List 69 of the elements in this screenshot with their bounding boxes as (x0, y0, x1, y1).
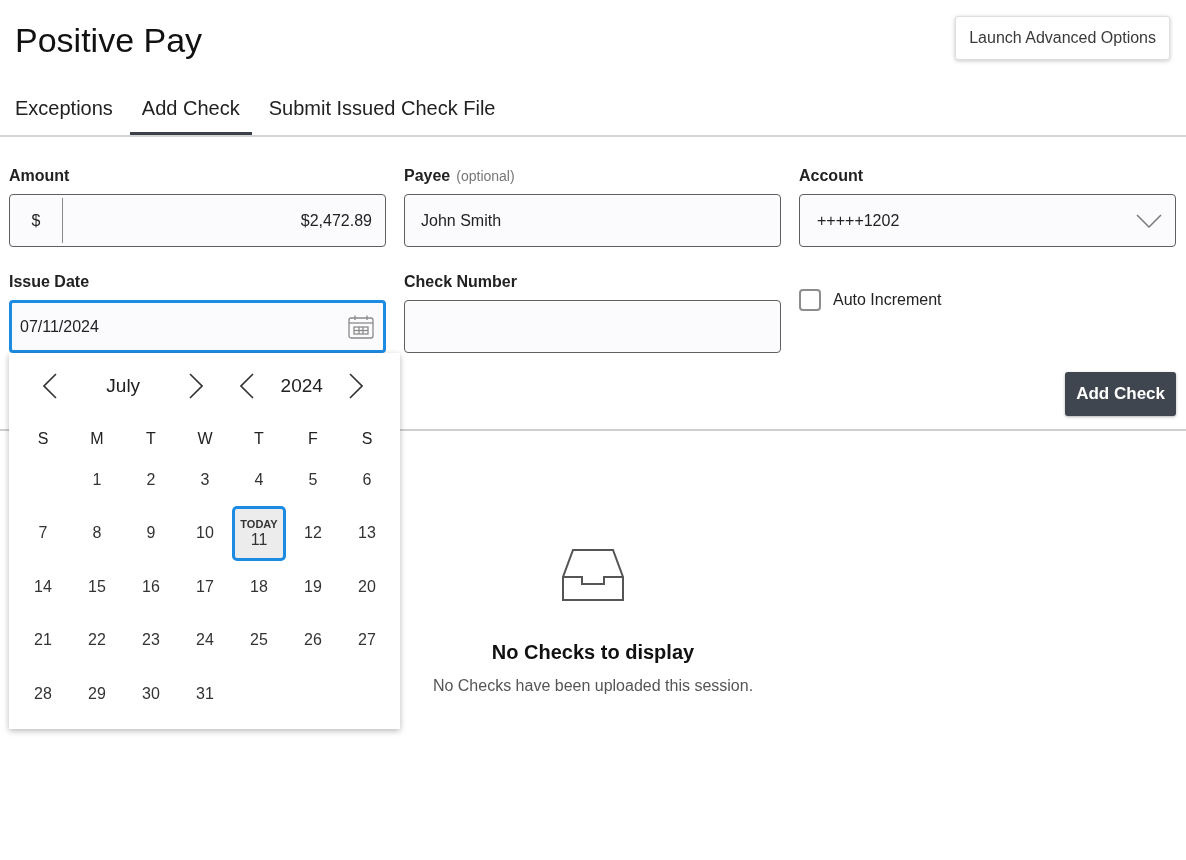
calendar-day[interactable]: 10 (178, 505, 232, 561)
calendar-day[interactable]: TODAY 11 (232, 505, 286, 561)
text-field[interactable]: John Smith (404, 194, 781, 247)
calendar-day[interactable]: 26 (286, 612, 340, 668)
calendar-day[interactable]: 19 (286, 559, 340, 615)
field-label: Check Number (404, 272, 517, 292)
weekday-label: S (361, 430, 373, 448)
field-label: Account (799, 166, 863, 186)
empty-state-message: No Checks have been uploaded this session. (432, 677, 754, 695)
calendar-day[interactable]: 15 (70, 559, 124, 615)
chevron-left-icon[interactable] (240, 373, 255, 399)
tab[interactable]: Submit Issued Check File (256, 92, 508, 135)
field-label: Amount (9, 166, 70, 186)
checkbox-label[interactable]: Auto Increment (833, 291, 942, 309)
calendar-day[interactable]: 28 (16, 666, 70, 722)
calendar-day[interactable]: 9 (124, 505, 178, 561)
chevron-left-icon[interactable] (43, 373, 57, 399)
calendar-day[interactable]: 5 (286, 452, 340, 508)
weekday-label: S (37, 430, 49, 448)
calendar-day[interactable]: 17 (178, 559, 232, 615)
calendar-day[interactable]: 4 (232, 452, 286, 508)
month-label: July (106, 375, 141, 397)
chevron-right-icon[interactable] (349, 373, 363, 399)
weekday-label: T (146, 430, 156, 448)
calendar-day[interactable]: 8 (70, 505, 124, 561)
calendar-day[interactable]: 22 (70, 612, 124, 668)
text-field[interactable] (404, 300, 781, 353)
calendar-day[interactable]: 29 (70, 666, 124, 722)
advanced-options-button[interactable]: Launch Advanced Options (955, 16, 1170, 60)
calendar-day[interactable]: 27 (340, 612, 394, 668)
weekday-label: T (254, 430, 264, 448)
checkbox[interactable] (799, 289, 821, 311)
tab[interactable]: Add Check (129, 92, 252, 135)
calendar-day[interactable]: 18 (232, 559, 286, 615)
field-label: Issue Date (9, 272, 90, 292)
field-label: Payee (404, 166, 451, 186)
chevron-down-icon (1136, 213, 1162, 228)
calendar-icon[interactable] (348, 314, 374, 339)
weekday-label: W (197, 430, 213, 448)
tab[interactable]: Exceptions (3, 92, 125, 135)
calendar-day[interactable]: 30 (124, 666, 178, 722)
calendar-day[interactable]: 14 (16, 559, 70, 615)
calendar-day[interactable]: 31 (178, 666, 232, 722)
year-label: 2024 (280, 375, 323, 397)
weekday-label: F (308, 430, 318, 448)
calendar-day[interactable]: 1 (70, 452, 124, 508)
calendar-day[interactable]: 23 (124, 612, 178, 668)
calendar-day[interactable]: 24 (178, 612, 232, 668)
calendar-day[interactable]: 16 (124, 559, 178, 615)
calendar-day[interactable]: 25 (232, 612, 286, 668)
calendar-day[interactable]: 21 (16, 612, 70, 668)
calendar-day[interactable]: 7 (16, 505, 70, 561)
calendar-day[interactable]: 3 (178, 452, 232, 508)
page-title: Positive Pay (15, 20, 203, 61)
currency-prefix: $ (30, 211, 42, 230)
inbox-tray-icon (562, 549, 624, 601)
calendar-day[interactable]: 2 (124, 452, 178, 508)
calendar-day[interactable]: 20 (340, 559, 394, 615)
empty-state-title: No Checks to display (491, 640, 695, 665)
amount-field[interactable]: $ $2,472.89 (9, 194, 386, 247)
optional-hint: (optional) (456, 168, 515, 184)
calendar-day[interactable]: 6 (340, 452, 394, 508)
dropdown-field[interactable]: +++++1202 (799, 194, 1176, 247)
weekday-label: M (90, 430, 104, 448)
add-check-button[interactable]: Add Check (1065, 372, 1176, 416)
calendar-day[interactable]: 13 (340, 505, 394, 561)
chevron-right-icon[interactable] (189, 373, 204, 399)
date-field[interactable]: 07/11/2024 (9, 300, 386, 353)
calendar-day[interactable]: 12 (286, 505, 340, 561)
